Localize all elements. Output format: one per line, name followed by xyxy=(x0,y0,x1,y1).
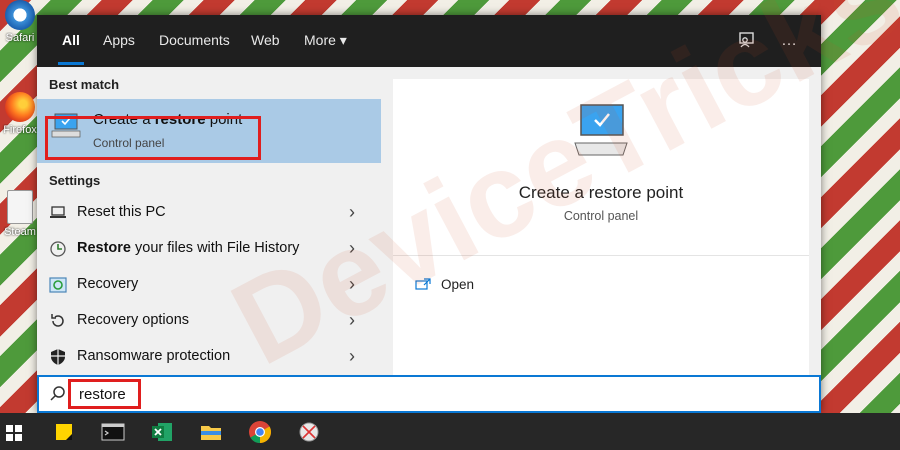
desktop-icon-safari[interactable]: Safari xyxy=(0,0,40,44)
recovery-icon xyxy=(49,277,67,293)
preview-subtitle: Control panel xyxy=(563,209,639,223)
more-options-icon[interactable]: … xyxy=(779,31,799,51)
windows-start-icon[interactable] xyxy=(6,425,22,441)
settings-item-label: Reset this PC xyxy=(77,204,166,220)
feedback-icon[interactable] xyxy=(737,31,757,51)
results-list: Best match Create a restore point Contro… xyxy=(37,67,381,375)
chrome-icon[interactable] xyxy=(248,420,272,444)
search-box[interactable]: restore xyxy=(37,375,821,413)
chevron-right-icon: › xyxy=(349,310,355,330)
search-tabs-bar: All Apps Documents Web More ▾ … xyxy=(37,15,821,67)
settings-item-recovery-options[interactable]: Recovery options › xyxy=(37,303,381,339)
open-action[interactable]: Open xyxy=(415,277,474,292)
shield-icon xyxy=(51,349,65,365)
safari-icon xyxy=(5,0,35,30)
tab-all[interactable]: All xyxy=(58,32,84,65)
file-history-icon xyxy=(50,241,66,257)
tab-web[interactable]: Web xyxy=(251,32,280,48)
settings-item-label: Restore your files with File History xyxy=(77,240,300,256)
desktop-icon-steam[interactable]: Steam xyxy=(0,190,40,238)
firefox-icon xyxy=(5,92,35,122)
best-match-heading: Best match xyxy=(49,77,120,92)
desktop-icon-label: Steam xyxy=(4,226,36,238)
chevron-right-icon: › xyxy=(349,274,355,294)
computer-icon xyxy=(574,104,628,156)
preview-title: Create a restore point xyxy=(518,183,684,202)
annotation-box-best-match xyxy=(45,116,261,160)
chevron-right-icon: › xyxy=(349,238,355,258)
recovery-options-icon xyxy=(51,314,64,327)
tab-apps[interactable]: Apps xyxy=(103,32,135,48)
steam-icon xyxy=(7,190,33,224)
chevron-right-icon: › xyxy=(349,346,355,366)
desktop-icon-firefox[interactable]: Firefox xyxy=(0,92,40,136)
settings-heading: Settings xyxy=(49,173,101,188)
settings-item-label: Recovery xyxy=(77,276,139,292)
tab-more[interactable]: More ▾ xyxy=(304,32,347,49)
sticky-notes-icon[interactable] xyxy=(52,420,76,444)
excel-icon[interactable] xyxy=(150,420,174,444)
settings-item-recovery[interactable]: Recovery › xyxy=(37,267,381,303)
desktop-icon-label: Firefox xyxy=(3,124,37,136)
snipping-tool-icon[interactable] xyxy=(297,420,321,444)
settings-item-ransomware[interactable]: Ransomware protection › xyxy=(37,339,381,375)
tab-documents[interactable]: Documents xyxy=(159,32,230,48)
file-explorer-icon[interactable] xyxy=(199,420,223,444)
search-icon xyxy=(50,386,65,401)
open-action-label: Open xyxy=(441,277,475,292)
desktop-icon-label: Safari xyxy=(5,32,35,44)
annotation-box-search xyxy=(68,379,141,409)
settings-item-reset-pc[interactable]: Reset this PC › xyxy=(37,195,381,231)
start-menu: All Apps Documents Web More ▾ … Best mat… xyxy=(37,15,821,413)
settings-item-label: Recovery options xyxy=(77,312,190,328)
divider xyxy=(393,255,809,256)
terminal-icon[interactable] xyxy=(101,420,125,444)
settings-item-file-history[interactable]: Restore your files with File History › xyxy=(37,231,381,267)
chevron-right-icon: › xyxy=(349,202,355,222)
open-icon xyxy=(415,278,431,290)
laptop-reset-icon xyxy=(50,206,66,218)
settings-item-label: Ransomware protection xyxy=(77,348,231,364)
taskbar xyxy=(0,413,900,450)
preview-pane: Create a restore point Control panel Ope… xyxy=(393,79,809,375)
